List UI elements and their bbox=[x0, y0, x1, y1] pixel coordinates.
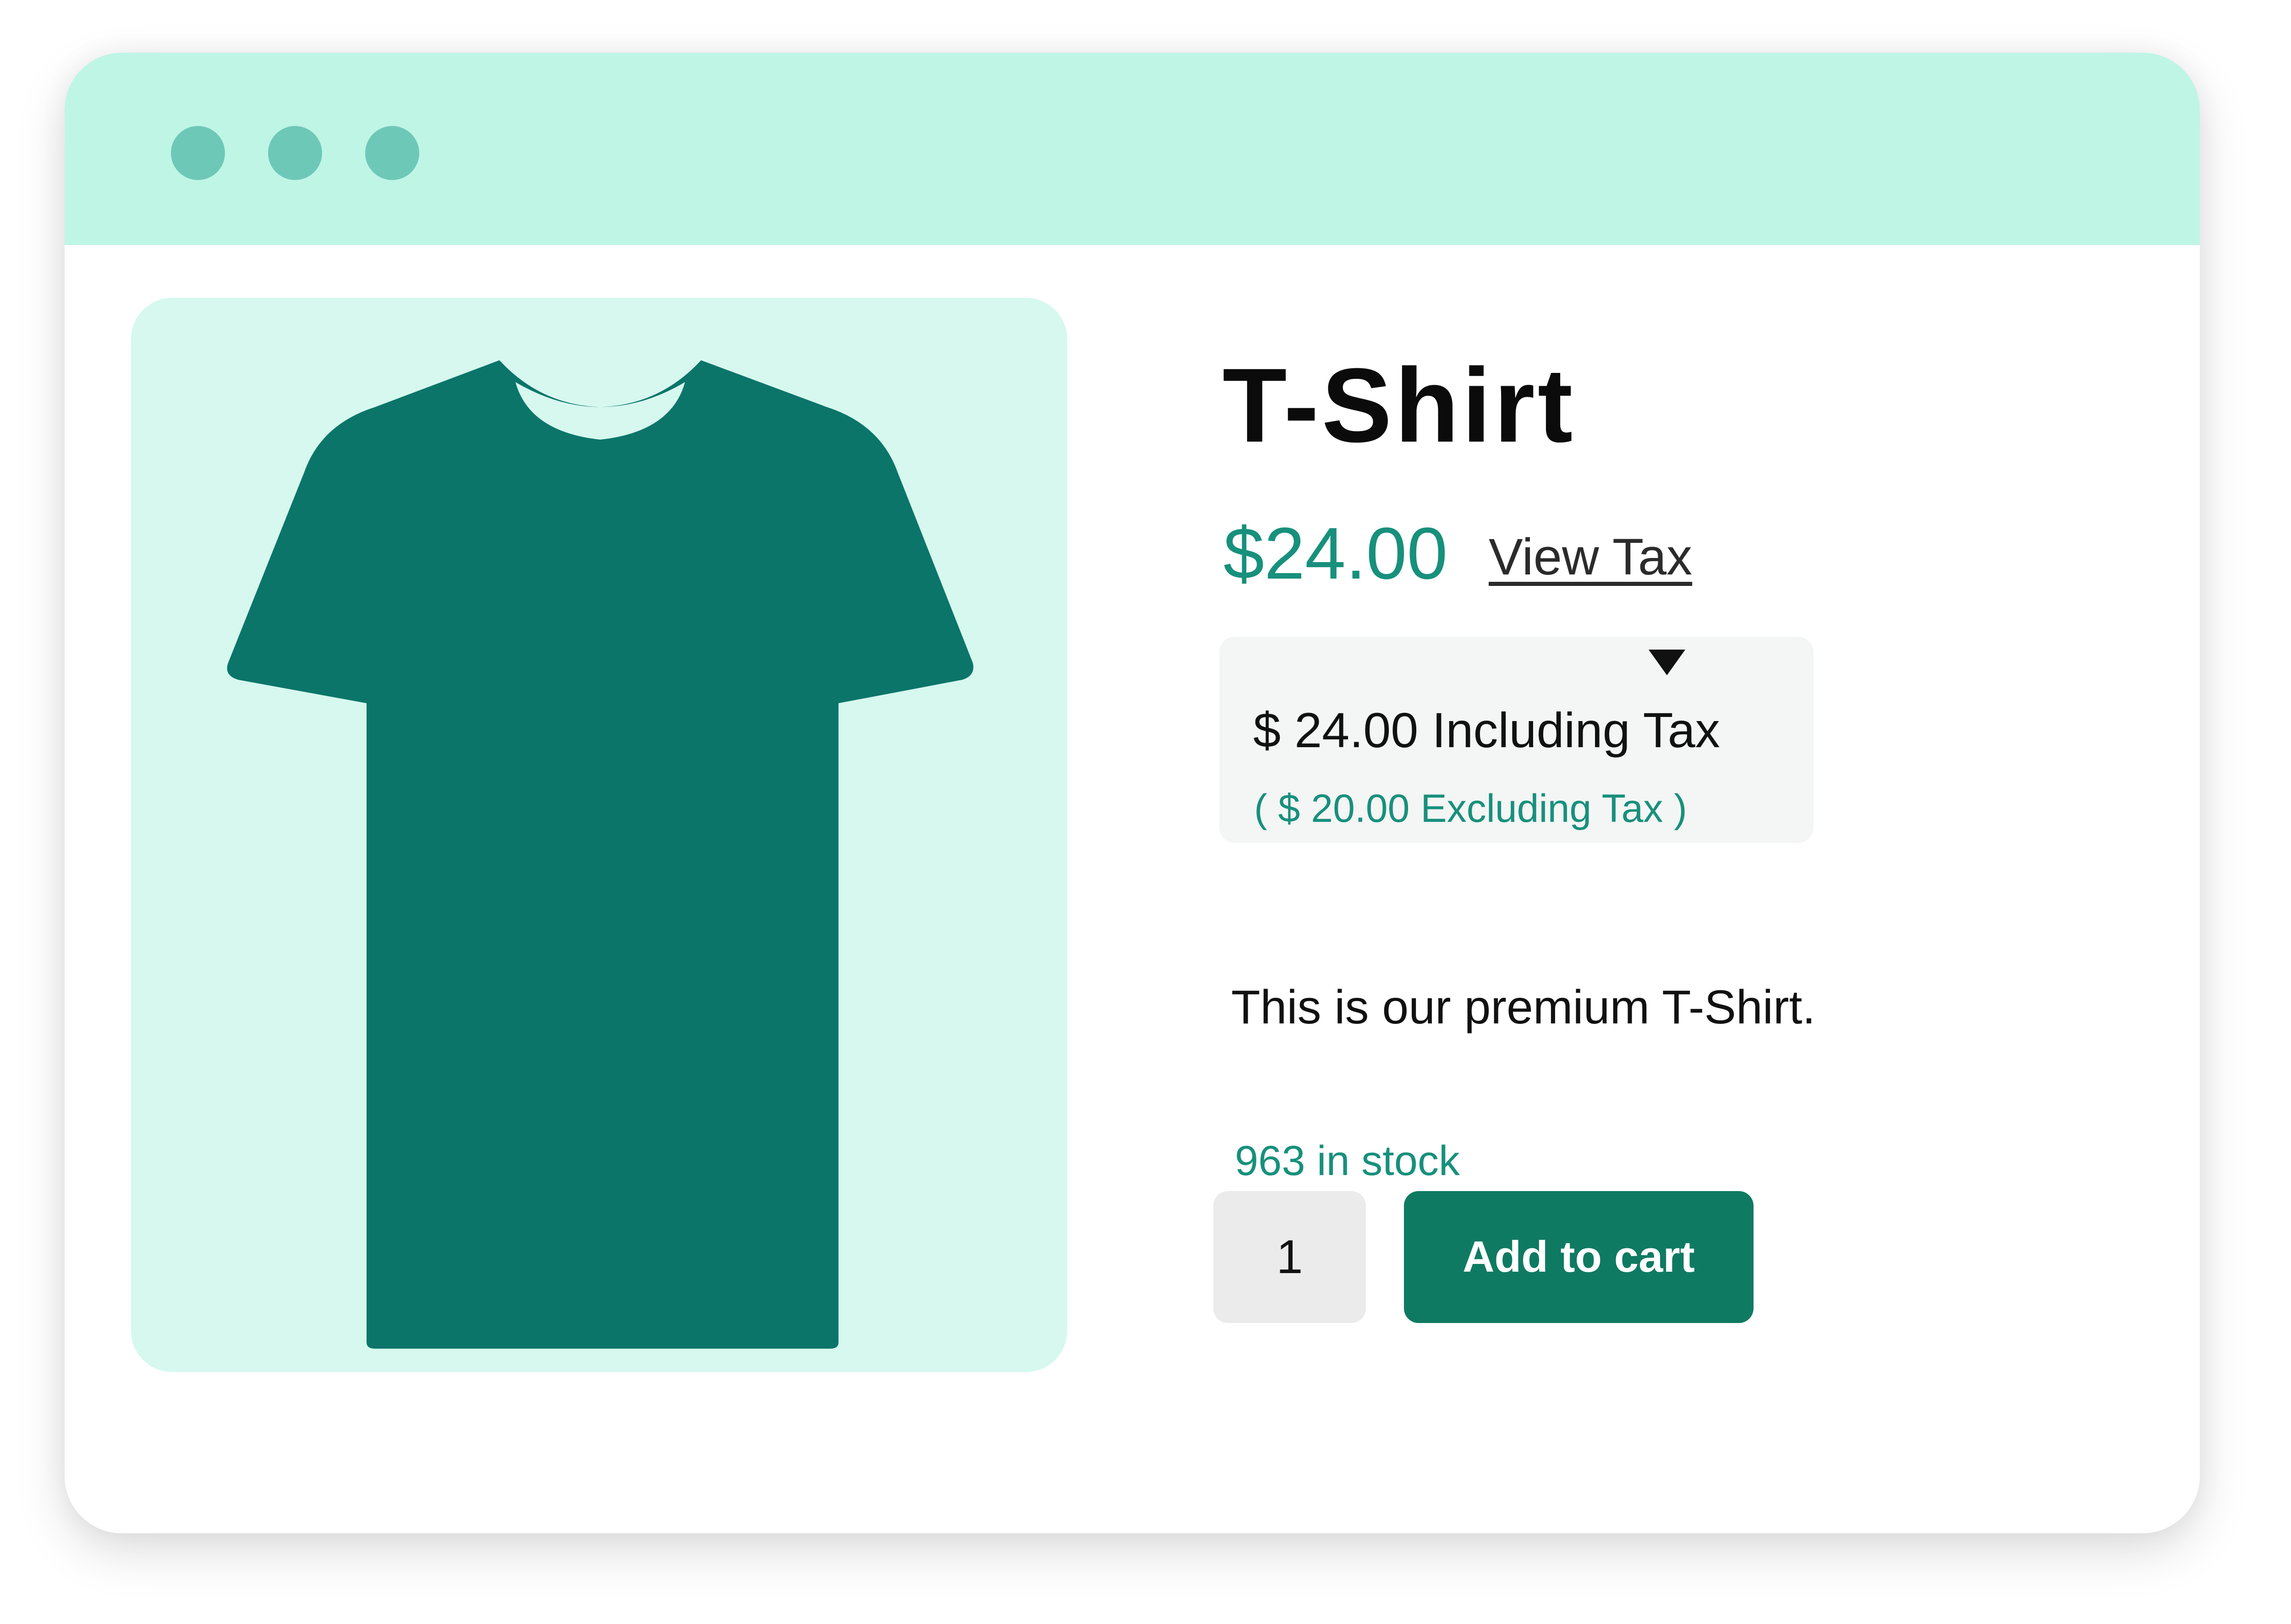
add-to-cart-button[interactable]: Add to cart bbox=[1404, 1191, 1754, 1323]
product-description: This is our premium T-Shirt. bbox=[1231, 981, 1816, 1034]
window-dot-maximize[interactable] bbox=[365, 126, 419, 180]
product-price: $24.00 bbox=[1223, 512, 1448, 594]
caret-down-icon bbox=[1649, 650, 1685, 675]
view-tax-link[interactable]: View Tax bbox=[1489, 531, 1692, 583]
product-title: T-Shirt bbox=[1222, 346, 1576, 464]
product-image bbox=[131, 298, 1067, 1372]
stock-status: 963 in stock bbox=[1235, 1137, 1460, 1184]
window-dot-close[interactable] bbox=[171, 126, 225, 180]
price-including-tax: $ 24.00 Including Tax bbox=[1253, 702, 1720, 758]
price-excluding-tax: ( $ 20.00 Excluding Tax ) bbox=[1254, 787, 1687, 831]
window-dot-minimize[interactable] bbox=[268, 126, 322, 180]
window-titlebar bbox=[65, 53, 2200, 245]
t-shirt-icon bbox=[227, 360, 974, 1349]
quantity-input[interactable] bbox=[1213, 1191, 1366, 1323]
